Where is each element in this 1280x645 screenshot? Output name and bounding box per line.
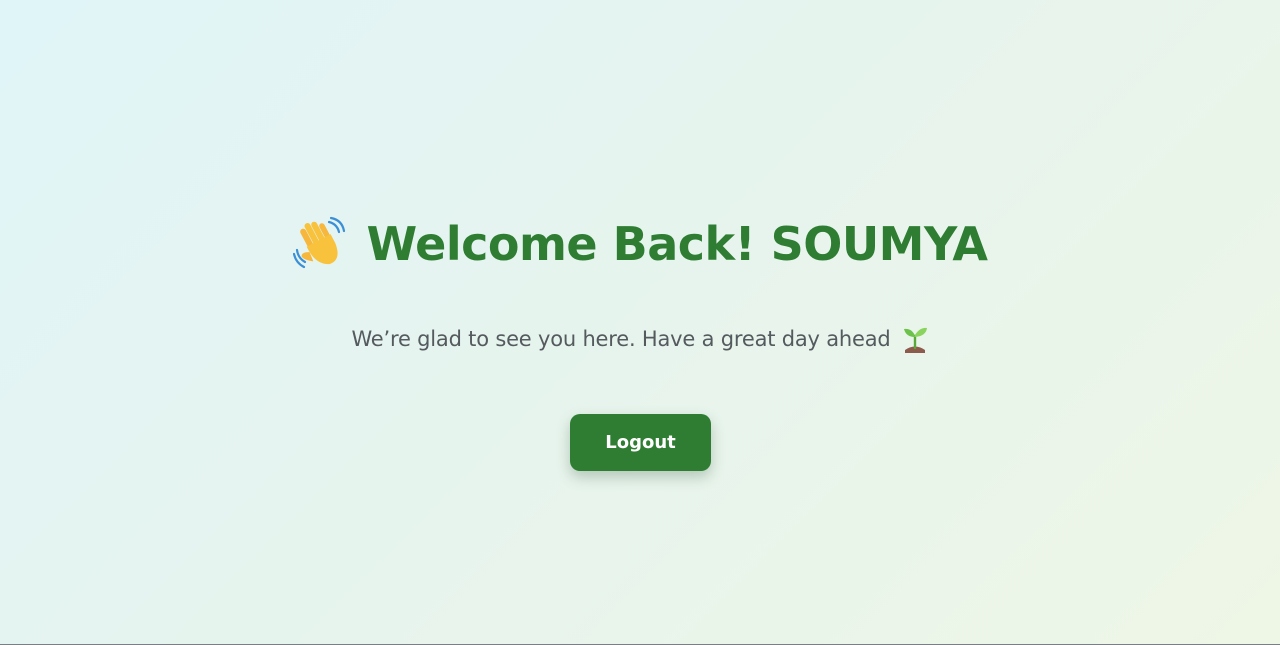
- welcome-screen: Welcome Back! SOUMYA We’re glad to see y…: [0, 0, 1280, 645]
- waving-hand-icon: [292, 216, 349, 272]
- logout-button[interactable]: Logout: [570, 414, 711, 471]
- welcome-title: Welcome Back! SOUMYA: [366, 217, 988, 271]
- page-title: Welcome Back! SOUMYA: [0, 212, 1280, 276]
- seedling-icon: [901, 324, 929, 354]
- welcome-subtitle: We’re glad to see you here. Have a great…: [351, 327, 891, 351]
- welcome-subtitle-row: We’re glad to see you here. Have a great…: [0, 322, 1280, 356]
